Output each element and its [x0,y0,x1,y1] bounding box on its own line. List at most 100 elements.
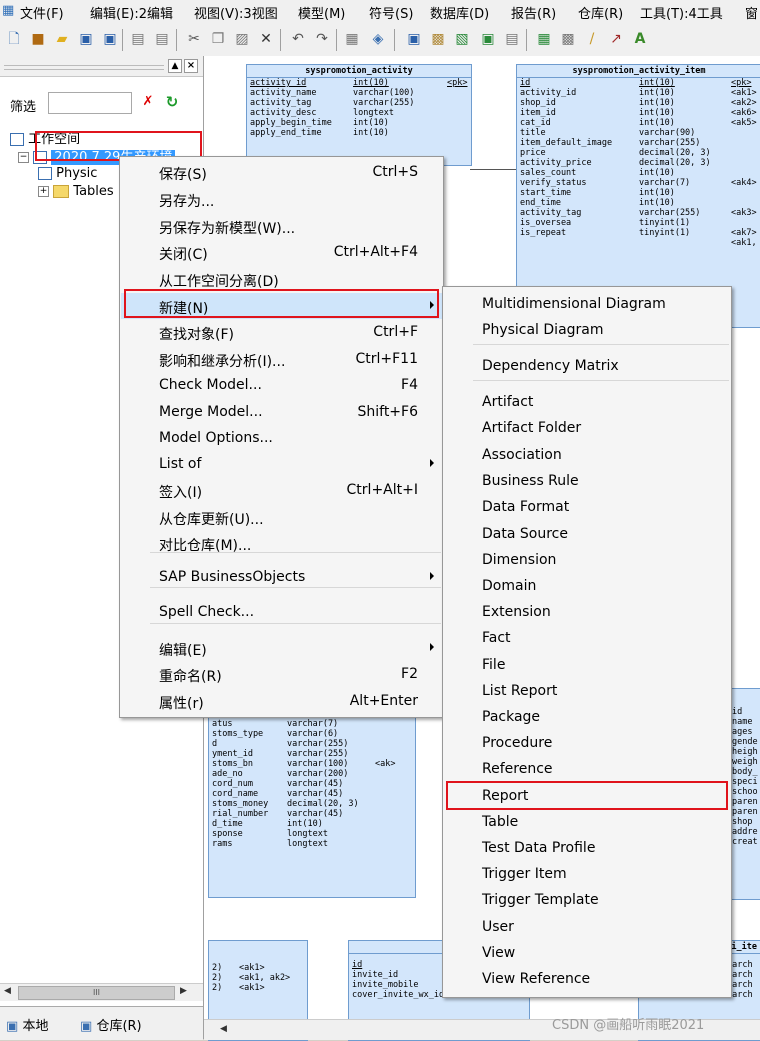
diagram-icon[interactable]: ▣ [404,29,424,49]
entity-column-row[interactable]: atus varchar(7) [209,719,415,729]
entity-column-row[interactable]: activity_name varchar(100) [247,88,471,98]
entity-column-row[interactable]: sales_count int(10) [517,168,760,178]
submenu-item[interactable]: User [444,914,730,940]
entity-column-row[interactable]: is_repeat tinyint(1) <ak7> [517,228,760,238]
entity-column-row[interactable]: id [729,707,760,717]
submenu-item[interactable]: Package [444,704,730,730]
context-menu-item[interactable]: 保存(S) Ctrl+S [121,159,442,185]
entity-column-row[interactable]: activity_desc longtext [247,108,471,118]
cut-icon[interactable]: ✂ [184,29,204,49]
entity-column-row[interactable]: shop [729,817,760,827]
submenu-item[interactable]: Trigger Template [444,887,730,913]
check-icon[interactable]: ▣ [478,29,498,49]
clear-filter-icon[interactable]: ✗ [140,94,156,110]
entity-column-row[interactable]: title varchar(90) [517,128,760,138]
entity-column-row[interactable]: stoms_type varchar(6) [209,729,415,739]
undo-icon[interactable]: ↶ [288,29,308,49]
context-menu-item[interactable]: 签入(I) Ctrl+Alt+I [121,477,442,503]
submenu-item[interactable]: Reference [444,756,730,782]
submenu-item[interactable]: Data Format [444,494,730,520]
browser-icon[interactable]: ◈ [368,29,388,49]
submenu-item[interactable]: Extension [444,599,730,625]
context-menu-item[interactable]: 影响和继承分析(I)... Ctrl+F11 [121,346,442,372]
relationship-line[interactable] [470,169,516,170]
menu-symbol[interactable]: 符号(S) [369,3,413,22]
delete-icon[interactable]: ✕ [256,29,276,49]
submenu-item[interactable]: Physical Diagram [444,317,730,343]
submenu-item[interactable]: Dimension [444,547,730,573]
menu-tools[interactable]: 工具(T):4工具 [640,3,723,22]
entity-column-row[interactable]: id int(10) <pk> [517,78,760,88]
submenu-item[interactable]: List Report [444,678,730,704]
arrow-icon[interactable]: ↗ [606,29,626,49]
entity-column-row[interactable]: paren [729,807,760,817]
submenu-item[interactable]: Dependency Matrix [444,353,730,379]
context-menu-item[interactable]: List of [121,451,442,477]
redo-icon[interactable]: ↷ [312,29,332,49]
entity-column-row[interactable]: rams longtext [209,839,415,849]
submenu-item[interactable]: Association [444,442,730,468]
new-icon[interactable]: 🗋 [4,29,24,49]
horizontal-scrollbar[interactable]: ◀ III ▶ [0,983,203,1001]
panel-dock-button[interactable]: ▲ [168,59,182,73]
submenu-item[interactable]: View [444,940,730,966]
entity-column-row[interactable]: verify_status varchar(7) <ak4> [517,178,760,188]
tree-tables[interactable]: + Tables [38,184,114,199]
submenu-item[interactable]: Table [444,809,730,835]
refresh-icon[interactable]: ↻ [164,94,180,110]
entity-column-row[interactable]: schoo [729,787,760,797]
menu-repository[interactable]: 仓库(R) [578,3,623,22]
entity-column-row[interactable]: stoms_bn varchar(100) <ak> [209,759,415,769]
menu-edit[interactable]: 编辑(E):2编辑 [90,3,173,22]
entity-column-row[interactable]: body_ [729,767,760,777]
open-model-icon[interactable]: ■ [28,29,48,49]
context-menu-item[interactable]: Merge Model... Shift+F6 [121,399,442,425]
scroll-left-icon[interactable]: ◀ [4,986,11,996]
submenu-item[interactable]: View Reference [444,966,730,992]
entity-column-row[interactable]: paren [729,797,760,807]
submenu-item[interactable]: Multidimensional Diagram [444,291,730,317]
context-menu-item[interactable]: 属性(r) Alt+Enter [121,688,442,714]
open-folder-icon[interactable]: ▰ [52,29,72,49]
entity-column-row[interactable]: item_id int(10) <ak6> [517,108,760,118]
entity-column-row[interactable]: end_time int(10) [517,198,760,208]
tab-local[interactable]: ▣ 本地 [6,1015,48,1034]
entity-column-row[interactable]: cord_name varchar(45) [209,789,415,799]
text-icon[interactable]: A [630,29,650,49]
menu-view[interactable]: 视图(V):3视图 [194,3,278,22]
entity-column-row[interactable]: <ak1, [517,238,760,248]
entity-column-row[interactable]: 2) <ak1> [209,983,307,993]
submenu-item[interactable]: Domain [444,573,730,599]
entity-column-row[interactable]: activity_id int(10) <pk> [247,78,471,88]
menu-report[interactable]: 报告(R) [511,3,556,22]
save-icon[interactable]: ▣ [76,29,96,49]
entity-column-row[interactable]: is_oversea tinyint(1) [517,218,760,228]
entity-column-row[interactable]: apply_end_time int(10) [247,128,471,138]
panel-close-button[interactable]: × [184,59,198,73]
entity-column-row[interactable]: item_default_image varchar(255) [517,138,760,148]
menu-database[interactable]: 数据库(D) [430,3,489,22]
entity-column-row[interactable]: cord_num varchar(45) [209,779,415,789]
image-icon[interactable]: ▩ [558,29,578,49]
scroll-left-icon[interactable]: ◀ [220,1024,227,1034]
entity-column-row[interactable]: gende [729,737,760,747]
context-menu-item[interactable]: Check Model... F4 [121,372,442,398]
menu-model[interactable]: 模型(M) [298,3,345,22]
entity-column-row[interactable]: 2) <ak1> [209,963,307,973]
entity-syspromotion-activity[interactable]: syspromotion_activity activity_id int(10)… [246,64,472,166]
panel-grip[interactable] [4,65,164,70]
grid-icon[interactable]: ▦ [534,29,554,49]
tree-physical-diagram[interactable]: Physic [38,166,97,181]
entity-column-row[interactable]: activity_id int(10) <ak1> [517,88,760,98]
report-icon[interactable]: ▤ [502,29,522,49]
copy-icon[interactable]: ❐ [208,29,228,49]
entity-column-row[interactable]: yment_id varchar(255) [209,749,415,759]
submenu-item[interactable]: Data Source [444,521,730,547]
submenu-item[interactable]: Procedure [444,730,730,756]
entity-column-row[interactable]: 2) <ak1, ak2> [209,973,307,983]
expand-icon[interactable]: + [38,186,49,197]
entity-column-row[interactable]: activity_price decimal(20, 3) [517,158,760,168]
pencil-icon[interactable]: / [582,29,602,49]
submenu-item[interactable]: Fact [444,625,730,651]
entity-column-row[interactable]: creat [729,837,760,847]
